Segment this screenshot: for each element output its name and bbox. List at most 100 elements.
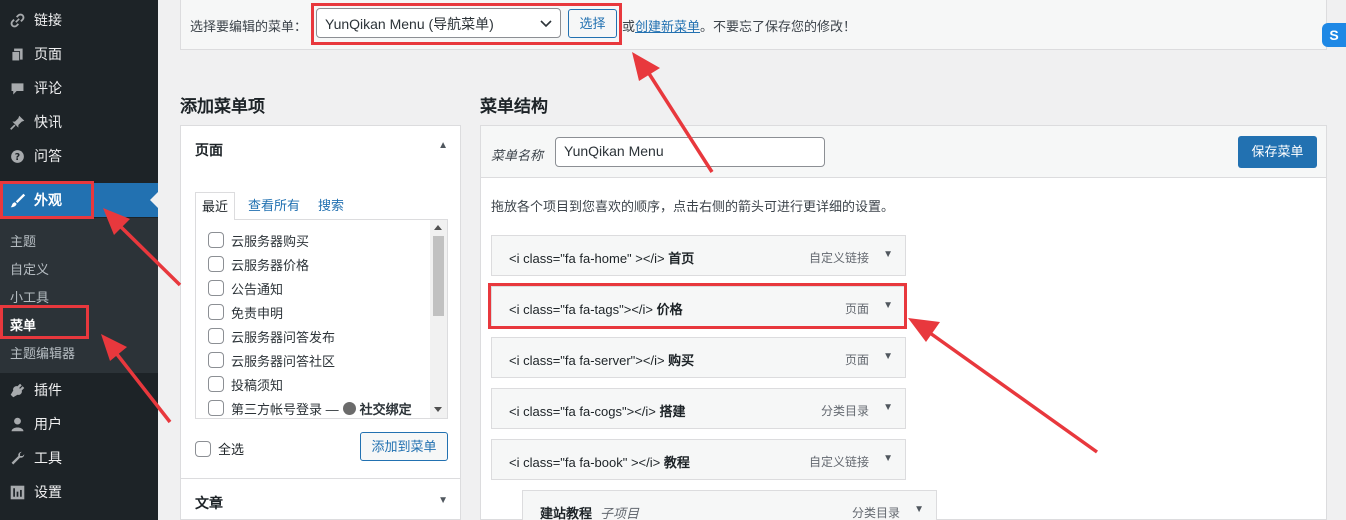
add-menu-items-heading: 添加菜单项 xyxy=(180,97,265,116)
page-checkbox[interactable] xyxy=(208,232,224,248)
page-label: 第三方帐号登录 — xyxy=(231,401,339,417)
sidebar-item-label: 设置 xyxy=(34,484,62,500)
sidebar-item-settings[interactable]: 设置 xyxy=(0,475,158,509)
sidebar-item-pages[interactable]: 页面 xyxy=(0,37,158,71)
submenu-item-widgets[interactable]: 小工具 xyxy=(10,287,49,306)
pages-tabs: 最近 查看所有 搜索 xyxy=(195,192,448,221)
sidebar-item-label: 工具 xyxy=(34,450,62,466)
annotation-highlight-select xyxy=(311,3,622,45)
sidebar-item-label: 插件 xyxy=(34,382,62,398)
sidebar-item-users[interactable]: 用户 xyxy=(0,407,158,441)
page-checkbox[interactable] xyxy=(208,352,224,368)
expand-down-icon[interactable]: ▼ xyxy=(883,249,893,260)
current-menu-arrow xyxy=(150,192,158,208)
select-all-label: 全选 xyxy=(218,442,245,457)
list-scrollbar[interactable] xyxy=(430,220,447,418)
expand-down-icon[interactable]: ▼ xyxy=(883,351,893,362)
select-all-checkbox[interactable] xyxy=(195,440,211,457)
sidebar-item-label: 页面 xyxy=(34,46,62,62)
list-item[interactable]: 云服务器购买 xyxy=(208,230,309,250)
page-label: 云服务器问答社区 xyxy=(231,353,336,369)
link-icon xyxy=(7,10,27,30)
menu-item-title: <i class="fa fa-server"></i> 购买 xyxy=(509,353,695,368)
pin-icon xyxy=(7,112,27,132)
pages-checklist: 云服务器购买 云服务器价格 公告通知 免责申明 云服务器问答发布 云服务器问答社… xyxy=(195,220,448,419)
expand-down-icon[interactable]: ▼ xyxy=(438,495,448,506)
tab-search[interactable]: 搜索 xyxy=(312,192,350,221)
sidebar-item-label: 快讯 xyxy=(34,114,62,130)
submenu-item-themes[interactable]: 主题 xyxy=(10,231,36,250)
menu-item-title: <i class="fa fa-cogs"></i> 搭建 xyxy=(509,404,686,419)
annotation-highlight-appearance xyxy=(0,181,94,219)
list-item[interactable]: 第三方帐号登录 — 社交绑定 xyxy=(208,398,412,418)
expand-down-icon[interactable]: ▼ xyxy=(883,402,893,413)
svg-text:?: ? xyxy=(14,151,19,162)
page-checkbox[interactable] xyxy=(208,400,224,416)
page-label: 云服务器价格 xyxy=(231,257,310,273)
page-label: 免责申明 xyxy=(231,305,284,321)
posts-box: 文章 ▼ xyxy=(181,478,460,520)
posts-box-title[interactable]: 文章 xyxy=(195,493,223,513)
sidebar-item-tools[interactable]: 工具 xyxy=(0,441,158,475)
pages-icon xyxy=(7,44,27,64)
sidebar-item-news[interactable]: 快讯 xyxy=(0,105,158,139)
list-item[interactable]: 投稿须知 xyxy=(208,374,283,394)
submenu-item-theme-editor[interactable]: 主题编辑器 xyxy=(10,343,75,362)
wechat-logo-icon xyxy=(342,401,356,415)
menu-item-entry[interactable]: <i class="fa fa-server"></i> 购买 页面 ▼ xyxy=(491,337,906,378)
pages-box-title[interactable]: 页面 xyxy=(195,140,223,160)
menu-item-type: 自定义链接 xyxy=(808,251,869,265)
sidebar-item-qa[interactable]: ? 问答 xyxy=(0,139,158,173)
list-item[interactable]: 云服务器价格 xyxy=(208,254,309,274)
tab-view-all[interactable]: 查看所有 xyxy=(242,192,306,221)
list-item[interactable]: 公告通知 xyxy=(208,278,283,298)
page-label: 公告通知 xyxy=(231,281,284,297)
menu-item-title: <i class="fa fa-home" ></i> 首页 xyxy=(509,251,695,266)
menu-item-title: 建站教程 子项目 xyxy=(540,506,640,520)
save-menu-button[interactable]: 保存菜单 xyxy=(1238,136,1317,168)
menu-item-type: 分类目录 xyxy=(851,506,900,520)
sidebar-item-comments[interactable]: 评论 xyxy=(0,71,158,105)
page-checkbox[interactable] xyxy=(208,328,224,344)
create-new-menu-link[interactable]: 创建新菜单 xyxy=(635,19,700,34)
page-checkbox[interactable] xyxy=(208,304,224,320)
scroll-up-icon[interactable] xyxy=(434,225,442,230)
scroll-down-icon[interactable] xyxy=(434,407,442,412)
plugins-icon xyxy=(7,380,27,400)
sidebar-item-label: 用户 xyxy=(34,416,62,432)
page-checkbox[interactable] xyxy=(208,376,224,392)
add-menu-items-panel: 页面 ▲ 最近 查看所有 搜索 云服务器购买 云服务器价格 公告通知 免责申明 … xyxy=(180,125,461,520)
submenu-item-customize[interactable]: 自定义 xyxy=(10,259,49,278)
list-item[interactable]: 云服务器问答社区 xyxy=(208,350,335,370)
page-checkbox[interactable] xyxy=(208,256,224,272)
sidebar-item-plugins[interactable]: 插件 xyxy=(0,373,158,407)
sidebar-item-links[interactable]: 链接 xyxy=(0,3,158,37)
tab-recent[interactable]: 最近 xyxy=(195,192,236,221)
page-checkbox[interactable] xyxy=(208,280,224,296)
menu-item-type: 页面 xyxy=(844,353,869,367)
add-to-menu-button[interactable]: 添加到菜单 xyxy=(360,432,448,461)
question-icon: ? xyxy=(7,146,27,166)
menu-item-type: 分类目录 xyxy=(820,404,869,418)
comments-icon xyxy=(7,78,27,98)
save-reminder: 或创建新菜单。不要忘了保存您的修改！ xyxy=(622,16,856,35)
menu-name-input[interactable]: YunQikan Menu xyxy=(555,137,825,167)
collapse-up-icon[interactable]: ▲ xyxy=(438,140,448,151)
expand-down-icon[interactable]: ▼ xyxy=(883,453,893,464)
sidebar-item-label: 评论 xyxy=(34,80,62,96)
page-label-bold: 社交绑定 xyxy=(359,401,412,417)
menu-item-entry[interactable]: <i class="fa fa-cogs"></i> 搭建 分类目录 ▼ xyxy=(491,388,906,429)
expand-down-icon[interactable]: ▼ xyxy=(914,504,924,515)
browser-extension-icon[interactable]: S xyxy=(1322,23,1346,47)
menu-subitem-entry[interactable]: 建站教程 子项目 分类目录 ▼ xyxy=(522,490,937,520)
list-item[interactable]: 云服务器问答发布 xyxy=(208,326,335,346)
menu-item-entry[interactable]: <i class="fa fa-home" ></i> 首页 自定义链接 ▼ xyxy=(491,235,906,276)
menu-item-entry[interactable]: <i class="fa fa-book" ></i> 教程 自定义链接 ▼ xyxy=(491,439,906,480)
scroll-thumb[interactable] xyxy=(433,236,444,316)
menu-item-type: 自定义链接 xyxy=(808,455,869,469)
select-all[interactable]: 全选 xyxy=(195,439,244,458)
list-item[interactable]: 免责申明 xyxy=(208,302,283,322)
menu-structure-heading: 菜单结构 xyxy=(480,97,548,116)
menu-name-label: 菜单名称 xyxy=(491,148,544,163)
page-label: 云服务器问答发布 xyxy=(231,329,336,345)
